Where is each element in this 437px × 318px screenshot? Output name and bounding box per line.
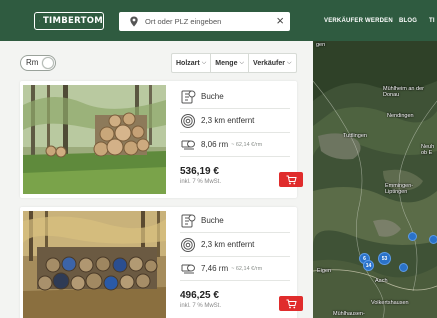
listing-card[interactable]: Buche 2,3 km entfernt 8,06 rm ~ 62,14 €/… bbox=[20, 81, 303, 198]
logo-text: TIMBERTOM bbox=[42, 16, 103, 26]
filter-quantity[interactable]: Menge ⌵ bbox=[211, 54, 250, 72]
amount-row: 8,06 rm ~ 62,14 €/rm bbox=[180, 133, 290, 157]
species-text: Buche bbox=[201, 216, 224, 225]
map-cluster-marker[interactable] bbox=[429, 235, 437, 244]
map-label: Neuh ob E bbox=[421, 144, 435, 156]
chevron-down-icon: ⌵ bbox=[239, 59, 245, 66]
price-text: 536,19 € bbox=[180, 166, 219, 177]
close-icon[interactable]: × bbox=[276, 14, 284, 28]
chevron-down-icon: ⌵ bbox=[286, 59, 292, 66]
distance-icon bbox=[181, 237, 195, 252]
unit-price-text: ~ 62,14 €/rm bbox=[231, 265, 263, 272]
distance-text: 2,3 km entfernt bbox=[201, 116, 255, 125]
map-label: Nendingen bbox=[387, 113, 414, 119]
nav-more[interactable]: TI bbox=[429, 0, 435, 41]
species-row: Buche bbox=[180, 209, 290, 233]
filter-wood-type[interactable]: Holzart ⌵ bbox=[172, 54, 212, 72]
chevron-down-icon: ⌵ bbox=[201, 59, 207, 66]
amount-text: 8,06 rm bbox=[201, 140, 229, 149]
map-label: Eigen bbox=[317, 268, 332, 274]
search-input[interactable] bbox=[145, 14, 265, 29]
shopping-cart-icon bbox=[286, 299, 297, 308]
vat-text: inkl. 7 % MwSt. bbox=[180, 179, 222, 185]
nav-become-seller[interactable]: VERKÄUFER WERDEN bbox=[324, 0, 393, 41]
vat-text: inkl. 7 % MwSt. bbox=[180, 303, 222, 309]
location-pin-icon bbox=[130, 16, 138, 27]
filter-seller[interactable]: Verkäufer ⌵ bbox=[249, 54, 295, 72]
wood-stack-icon bbox=[181, 140, 195, 149]
map-label: Tuttlingen bbox=[343, 133, 367, 139]
price-text: 496,25 € bbox=[180, 290, 219, 301]
top-navigation-bar: TIMBERTOM × VERKÄUFER WERDEN BLOG TI bbox=[0, 0, 437, 41]
location-search-box[interactable]: × bbox=[119, 12, 290, 31]
map-terrain bbox=[313, 41, 437, 318]
map-label: Emmingen-Liptingen bbox=[385, 183, 414, 195]
distance-icon bbox=[181, 113, 195, 128]
add-to-cart-button[interactable] bbox=[279, 172, 303, 187]
species-row: Buche bbox=[180, 85, 290, 109]
unit-toggle[interactable]: Rm bbox=[20, 55, 56, 71]
amount-text: 7,46 rm bbox=[201, 264, 229, 273]
amount-row: 7,46 rm ~ 62,14 €/rm bbox=[180, 257, 290, 281]
distance-text: 2,3 km entfernt bbox=[201, 240, 255, 249]
filter-seller-label: Verkäufer bbox=[253, 59, 285, 67]
map-label: Aach bbox=[375, 278, 388, 284]
map-cluster-marker[interactable]: 14 bbox=[363, 260, 374, 271]
distance-row: 2,3 km entfernt bbox=[180, 233, 290, 257]
filter-wood-type-label: Holzart bbox=[176, 59, 200, 67]
add-to-cart-button[interactable] bbox=[279, 296, 303, 311]
map-label: Mühlheim an der Donau bbox=[383, 86, 424, 98]
wood-stack-icon bbox=[181, 264, 195, 273]
distance-row: 2,3 km entfernt bbox=[180, 109, 290, 133]
unit-toggle-label: Rm bbox=[26, 58, 39, 67]
map-cluster-marker[interactable] bbox=[408, 232, 417, 241]
toggle-knob bbox=[42, 57, 54, 69]
listing-photo[interactable] bbox=[23, 85, 166, 194]
map-label: Volkertshausen bbox=[371, 300, 409, 306]
nav-blog[interactable]: BLOG bbox=[399, 0, 417, 41]
filter-quantity-label: Menge bbox=[215, 59, 238, 67]
timbertom-logo[interactable]: TIMBERTOM bbox=[34, 12, 104, 30]
map-cluster-marker[interactable] bbox=[399, 263, 408, 272]
map-label: Mühlhausen- bbox=[333, 311, 365, 317]
tree-species-icon bbox=[181, 90, 196, 103]
listing-panel: Rm Holzart ⌵ Menge ⌵ Verkäufer ⌵ Buche 2… bbox=[0, 41, 313, 318]
satellite-map[interactable]: gen Mühlheim an der Donau Nendingen Tutt… bbox=[313, 41, 437, 318]
unit-price-text: ~ 62,14 €/rm bbox=[231, 141, 263, 148]
shopping-cart-icon bbox=[286, 175, 297, 184]
map-label: gen bbox=[316, 42, 326, 48]
listing-photo[interactable] bbox=[23, 211, 166, 318]
filter-bar: Holzart ⌵ Menge ⌵ Verkäufer ⌵ bbox=[171, 53, 297, 73]
species-text: Buche bbox=[201, 92, 224, 101]
logo-pin-icon bbox=[39, 20, 40, 22]
listing-card[interactable]: Buche 2,3 km entfernt 7,46 rm ~ 62,14 €/… bbox=[20, 207, 303, 318]
tree-species-icon bbox=[181, 214, 196, 227]
map-cluster-marker[interactable]: 53 bbox=[378, 252, 391, 265]
